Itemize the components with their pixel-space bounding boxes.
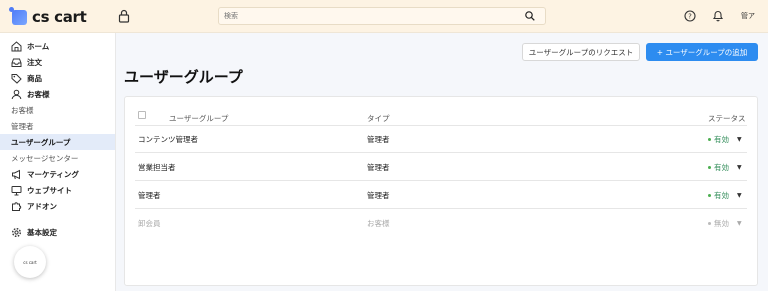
add-usergroup-button[interactable]: + ユーザーグループの追加 <box>646 43 758 61</box>
logo[interactable]: cs cart <box>9 6 87 26</box>
sidebar-subitem-message-center[interactable]: メッセージセンター <box>0 150 115 166</box>
sidebar-subitem-usergroups[interactable]: ユーザーグループ <box>0 134 115 150</box>
sidebar-item-addons[interactable]: アドオン <box>0 198 115 214</box>
caret-down-icon: ▼ <box>737 220 742 227</box>
page-title: ユーザーグループ <box>124 68 243 86</box>
sidebar-item-label: ホーム <box>27 41 50 51</box>
sidebar-item-label: お客様 <box>11 105 34 115</box>
sidebar-item-label: ウェブサイト <box>27 185 72 195</box>
status-dropdown[interactable]: 有効 ▼ <box>708 162 742 173</box>
sidebar-item-home[interactable]: ホーム <box>0 38 115 54</box>
status-dot-icon <box>708 138 711 141</box>
sidebar-item-customers[interactable]: お客様 <box>0 86 115 102</box>
usergroup-type: 管理者 <box>367 163 390 172</box>
status-label: 有効 <box>714 135 729 144</box>
sidebar-nav: ホーム 注文 商品 お客様 お客様 管理者 ユーザーグループ メッセージセンター… <box>0 33 115 240</box>
sidebar-subitem-administrators[interactable]: 管理者 <box>0 118 115 134</box>
status-dropdown[interactable]: 無効 ▼ <box>708 218 742 229</box>
svg-text:?: ? <box>688 13 692 21</box>
logo-mark-icon <box>9 6 27 25</box>
help-icon[interactable]: ? <box>684 10 696 22</box>
sidebar-subitem-customers[interactable]: お客様 <box>0 102 115 118</box>
row-divider <box>135 208 747 209</box>
puzzle-icon <box>12 201 22 211</box>
tag-icon <box>11 73 22 84</box>
bell-icon[interactable] <box>712 9 724 22</box>
search-icon[interactable] <box>525 11 535 21</box>
mini-logo-badge[interactable]: cs cart <box>14 246 46 278</box>
sidebar-item-label: アドオン <box>27 201 57 211</box>
usergroup-name-link[interactable]: 営業担当者 <box>138 162 176 173</box>
usergroup-type: 管理者 <box>367 191 390 200</box>
status-label: 無効 <box>714 219 729 228</box>
usergroup-name-link[interactable]: コンテンツ管理者 <box>138 134 198 145</box>
usergroups-table: ユーザーグループ タイプ ステータス コンテンツ管理者 管理者 有効 ▼ 営業担… <box>124 96 758 286</box>
sidebar-item-label: メッセージセンター <box>11 153 79 163</box>
sidebar-item-marketing[interactable]: マーケティング <box>0 166 115 182</box>
sidebar-item-label: 注文 <box>27 57 42 67</box>
column-header-usergroup[interactable]: ユーザーグループ <box>169 113 228 124</box>
user-icon <box>11 89 22 99</box>
megaphone-icon <box>12 169 20 179</box>
row-divider <box>135 180 747 181</box>
inbox-icon <box>11 58 22 67</box>
search-input[interactable] <box>219 8 509 24</box>
usergroup-requests-button[interactable]: ユーザーグループのリクエスト <box>522 43 640 61</box>
select-all-checkbox[interactable] <box>138 111 146 119</box>
usergroup-name-link[interactable]: 管理者 <box>138 190 161 201</box>
status-dropdown[interactable]: 有効 ▼ <box>708 134 742 145</box>
top-bar: cs cart ? 管ア <box>0 0 768 33</box>
column-header-type[interactable]: タイプ <box>367 113 390 124</box>
sidebar-item-label: 管理者 <box>11 121 34 131</box>
sidebar-item-website[interactable]: ウェブサイト <box>0 182 115 198</box>
caret-down-icon: ▼ <box>737 192 742 199</box>
sidebar-item-products[interactable]: 商品 <box>0 70 115 86</box>
sidebar-item-label: 基本設定 <box>27 227 57 237</box>
sidebar-item-label: お客様 <box>27 89 50 99</box>
monitor-icon <box>11 185 22 195</box>
home-icon <box>11 40 22 51</box>
sidebar-item-label: マーケティング <box>27 169 79 179</box>
header-divider <box>135 125 747 126</box>
status-dot-icon <box>708 222 711 225</box>
status-dot-icon <box>708 166 711 169</box>
column-header-status[interactable]: ステータス <box>708 113 746 124</box>
mini-logo-text: cs cart <box>23 259 37 265</box>
sidebar-item-label: ユーザーグループ <box>11 137 71 147</box>
sidebar-item-orders[interactable]: 注文 <box>0 54 115 70</box>
user-menu[interactable]: 管ア <box>741 11 755 21</box>
caret-down-icon: ▼ <box>737 164 742 171</box>
usergroup-type: 管理者 <box>367 135 390 144</box>
status-label: 有効 <box>714 163 729 172</box>
usergroup-type: お客様 <box>367 219 390 228</box>
gear-icon <box>12 227 21 237</box>
row-divider <box>135 152 747 153</box>
sidebar-spacer <box>0 214 115 224</box>
caret-down-icon: ▼ <box>737 136 742 143</box>
lock-icon[interactable] <box>118 9 130 23</box>
search-box <box>218 7 546 25</box>
sidebar-item-settings[interactable]: 基本設定 <box>0 224 115 240</box>
status-label: 有効 <box>714 191 729 200</box>
sidebar-item-label: 商品 <box>27 73 42 83</box>
status-dot-icon <box>708 194 711 197</box>
usergroup-name-link[interactable]: 卸会員 <box>138 218 161 229</box>
sidebar: ホーム 注文 商品 お客様 お客様 管理者 ユーザーグループ メッセージセンター… <box>0 33 116 291</box>
status-dropdown[interactable]: 有効 ▼ <box>708 190 742 201</box>
logo-text: cs cart <box>32 8 87 26</box>
